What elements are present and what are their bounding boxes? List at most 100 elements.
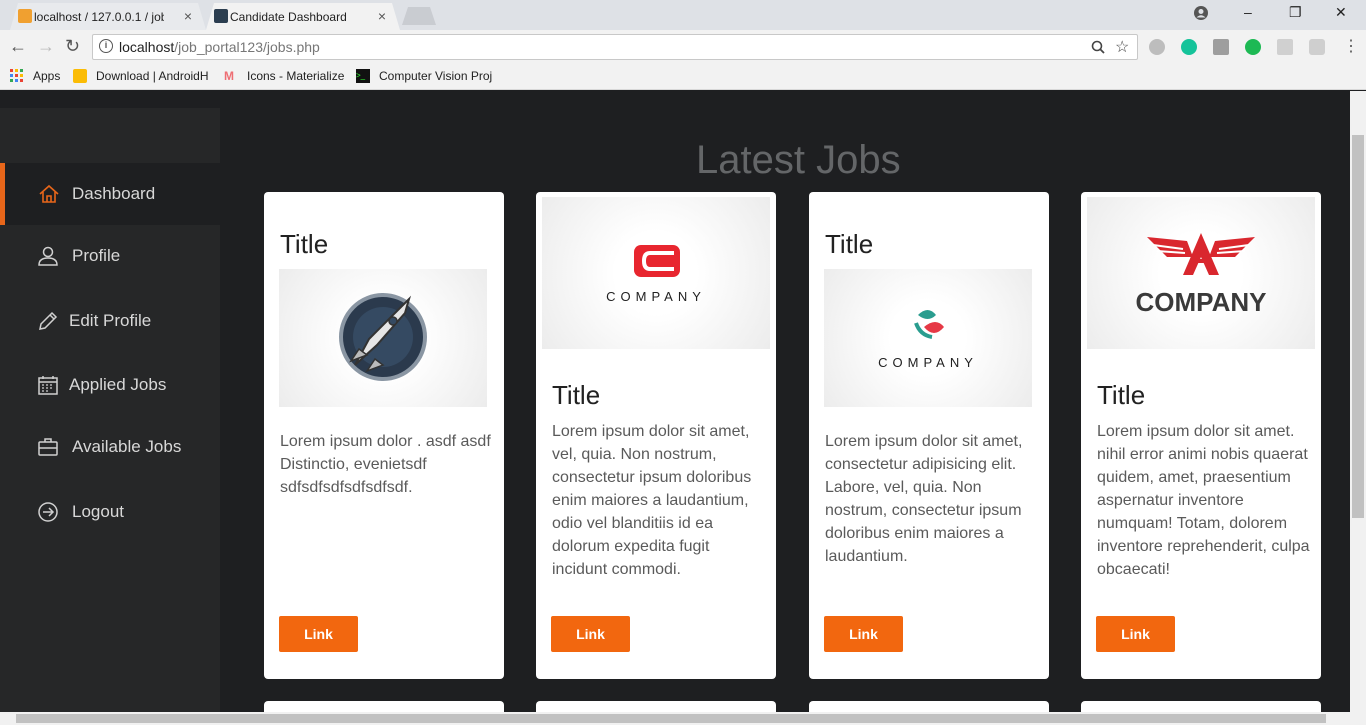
job-card [536,701,776,712]
bookmark-star-icon[interactable]: ☆ [1115,37,1129,57]
company-logo-wings-icon: COMPANY [1136,233,1267,317]
company-logo-red-c-icon: COMPANY [606,245,706,304]
job-title: Title [552,380,601,410]
sidebar-item-applied-jobs[interactable]: Applied Jobs [0,354,220,416]
forward-icon[interactable]: → [37,36,55,57]
apps-grid-icon [10,69,23,82]
skype-extension-icon[interactable] [1149,39,1165,55]
bookmark-apps[interactable]: Apps [10,69,60,83]
bookmarks-bar: Apps Download | AndroidH M Icons - Mater… [0,64,1366,90]
reload-icon[interactable]: ↻ [65,36,80,57]
address-bar[interactable]: i localhost/job_portal123/jobs.php ☆ [92,34,1138,60]
company-logo-image [279,269,487,407]
bookmark-label: Download | AndroidH [96,69,208,83]
tab-label: Candidate Dashboard [230,9,347,24]
job-title: Title [1097,380,1146,410]
sidebar-item-edit-profile[interactable]: Edit Profile [0,290,220,352]
bookmark-label: Computer Vision Proj [379,69,492,83]
logo-text: COMPANY [878,355,978,370]
page-title: Latest Jobs [696,138,901,182]
job-card [1081,701,1321,712]
sidebar-item-label: Applied Jobs [69,375,167,394]
company-logo-image: COMPANY [1087,197,1315,349]
phpmyadmin-favicon-icon [18,9,32,23]
bookmark-label: Icons - Materialize [247,69,345,83]
terminal-icon: >_ [356,69,370,83]
user-icon [38,246,58,266]
browser-tab-bar: localhost / 127.0.0.1 / job × Candidate … [0,0,1366,30]
job-description: Lorem ipsum dolor sit amet, consectetur … [825,433,1023,565]
menu-icon[interactable]: ⋮ [1343,36,1359,56]
restore-button[interactable]: ❐ [1289,4,1302,21]
bookmark-materialize[interactable]: M Icons - Materialize [224,69,344,83]
pencil-icon [39,311,58,330]
tab-label: localhost / 127.0.0.1 / job [34,9,164,24]
vertical-scrollbar[interactable] [1350,91,1366,712]
extension-icon[interactable] [1277,39,1293,55]
sidebar-item-label: Edit Profile [69,311,152,330]
job-description: Lorem ipsum dolor sit amet, vel, quia. N… [552,423,752,578]
materialize-icon: M [224,69,234,83]
job-link-button[interactable]: Link [1096,616,1175,652]
company-logo-fish-icon: COMPANY [878,310,978,370]
bookmark-label: Apps [33,69,61,83]
logout-icon [38,502,58,522]
sidebar-item-profile[interactable]: Profile [0,225,220,287]
dashboard-favicon-icon [214,9,228,23]
job-link-button[interactable]: Link [551,616,630,652]
rocket-logo-icon [339,293,427,381]
home-icon [39,184,59,203]
info-icon[interactable]: i [99,39,113,53]
job-card: COMPANY Title Lorem ipsum dolor sit amet… [536,192,776,679]
job-title: Title [825,229,874,259]
job-card [264,701,504,712]
job-link-button[interactable]: Link [279,616,358,652]
tab-close-icon[interactable]: × [184,8,192,24]
job-card: Title Lorem ipsum dolor . asdf asdf Dist… [264,192,504,679]
calendar-icon [38,376,58,395]
account-icon[interactable] [1194,6,1208,20]
logo-text: COMPANY [1136,287,1267,317]
sidebar: Dashboard Profile Edit Profile Applied J… [0,108,220,712]
page-content: Dashboard Profile Edit Profile Applied J… [0,91,1350,712]
extension-icon[interactable] [1245,39,1261,55]
company-logo-image: COMPANY [824,269,1032,407]
job-card: Title COMPANY Lorem ipsum dolor sit amet… [809,192,1049,679]
url-host: localhost [119,39,175,55]
logo-text: COMPANY [606,289,706,304]
sidebar-item-available-jobs[interactable]: Available Jobs [0,416,220,478]
back-icon[interactable]: ← [9,36,27,57]
bookmark-computer-vision[interactable]: >_ Computer Vision Proj [356,69,492,83]
sidebar-item-label: Logout [72,502,124,521]
download-icon [73,69,87,83]
url-path: /job_portal123/jobs.php [174,39,320,55]
scrollbar-thumb[interactable] [16,714,1326,723]
minimize-button[interactable]: – [1244,4,1252,20]
sidebar-item-dashboard[interactable]: Dashboard [0,163,220,225]
horizontal-scrollbar[interactable] [0,712,1366,725]
browser-tab-phpmyadmin[interactable]: localhost / 127.0.0.1 / job × [10,3,206,30]
job-card: COMPANY Title Lorem ipsum dolor sit amet… [1081,192,1321,679]
grammarly-extension-icon[interactable] [1181,39,1197,55]
extension-icon[interactable] [1309,39,1325,55]
job-link-button[interactable]: Link [824,616,903,652]
tab-close-icon[interactable]: × [378,8,386,24]
browser-tab-candidate-dashboard[interactable]: Candidate Dashboard × [206,3,400,30]
job-description: Lorem ipsum dolor . asdf asdf Distinctio… [280,433,491,496]
company-logo-image: COMPANY [542,197,770,349]
briefcase-icon [38,438,58,456]
zoom-icon[interactable] [1091,40,1105,54]
browser-toolbar: ← → ↻ i localhost/job_portal123/jobs.php… [0,30,1366,64]
extension-icon[interactable] [1213,39,1229,55]
sidebar-item-label: Dashboard [72,184,156,203]
scrollbar-thumb[interactable] [1352,135,1364,518]
job-description: Lorem ipsum dolor sit amet. nihil error … [1097,423,1310,578]
sidebar-item-label: Profile [72,246,121,265]
job-card [809,701,1049,712]
close-window-button[interactable]: ✕ [1335,4,1347,21]
sidebar-item-label: Available Jobs [72,437,182,456]
job-title: Title [280,229,329,259]
bookmark-download[interactable]: Download | AndroidH [73,69,208,83]
sidebar-item-logout[interactable]: Logout [0,481,220,543]
new-tab-button[interactable] [402,7,436,25]
